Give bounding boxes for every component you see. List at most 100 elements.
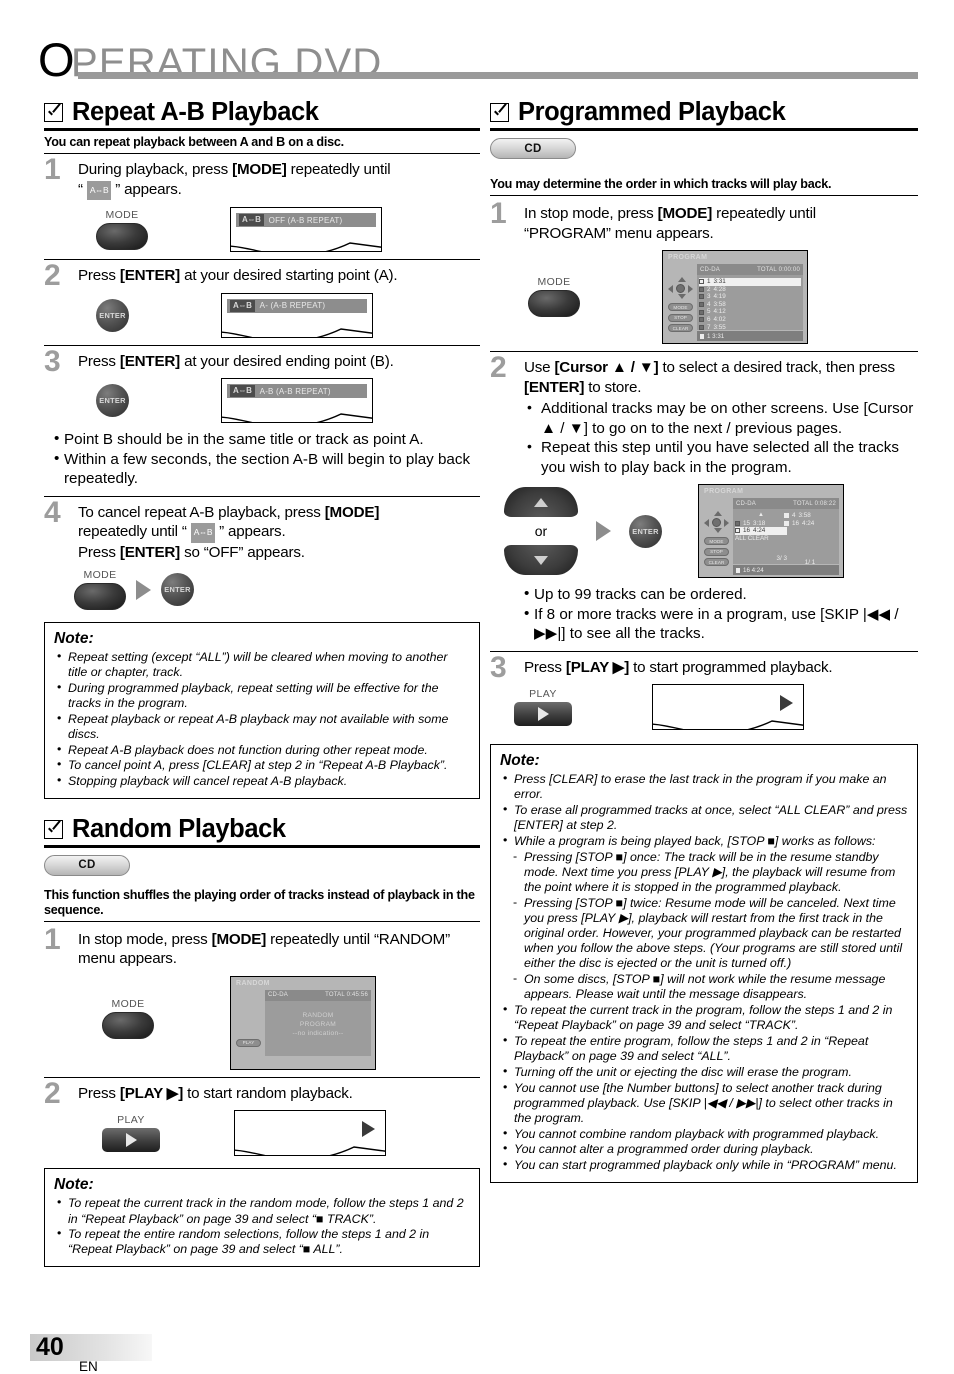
step-text-b: to start random playback. xyxy=(183,1084,353,1102)
play-button-graphic[interactable]: PLAY xyxy=(514,688,572,726)
cursor-pad-icon[interactable] xyxy=(668,277,693,299)
step-text: Press [ENTER] at your desired starting p… xyxy=(78,266,480,286)
enter-button-graphic[interactable]: ENTER xyxy=(629,514,662,548)
bullet-item: If 8 or more tracks were in a program, u… xyxy=(524,604,918,644)
step-key: [ENTER] xyxy=(119,267,181,284)
cursor-center-icon xyxy=(676,284,685,293)
osd-screen-3: A⇔B A-B (A-B REPEAT) xyxy=(221,378,373,423)
screen-inner: CD-DA TOTAL 0:45:56 RANDOM PROGRAM --no … xyxy=(265,989,371,1056)
step-1-random: 1 In stop mode, press [MODE] repeatedly … xyxy=(44,924,480,969)
step-number: 2 xyxy=(44,1076,61,1110)
step-divider xyxy=(44,259,480,260)
track-row[interactable]: 15 3:18 xyxy=(735,520,787,528)
note-item: Repeat playback or repeat A-B playback m… xyxy=(57,711,470,742)
step-2-graphics: ENTER A⇔B A- (A-B REPEAT) xyxy=(96,292,480,338)
note-title: Note: xyxy=(54,1176,94,1194)
mode-button-shape[interactable] xyxy=(102,1011,154,1039)
tv-screen-program-2: PROGRAM CD-DA TOTAL 0:08:22 ▲ 15 3:18 16 4… xyxy=(698,484,844,578)
step-3-programmed: 3 Press [PLAY ▶] to start programmed pla… xyxy=(490,652,918,682)
track-number: 1 xyxy=(707,278,711,285)
track-row[interactable]: 6 4:02 xyxy=(699,316,801,324)
track-row[interactable]: 4 3:58 xyxy=(699,301,801,309)
play-button-shape[interactable] xyxy=(514,702,572,726)
mode-button-graphic[interactable]: MODE xyxy=(74,569,126,610)
play-triangle-icon xyxy=(125,1133,137,1148)
step-text-a: In stop mode, press xyxy=(524,205,658,222)
cursor-down-icon xyxy=(714,528,722,533)
track-row[interactable]: 5 4:12 xyxy=(699,308,801,316)
step-text-b: at your desired ending point (B). xyxy=(180,352,394,370)
track-row[interactable]: 3 4:19 xyxy=(699,293,801,301)
osd-status-text: A- (A-B REPEAT) xyxy=(259,301,326,310)
arrow-right-icon xyxy=(596,521,611,541)
page-header: O PERATING DVD xyxy=(38,34,918,94)
no-indication-label: --no indication-- xyxy=(292,1029,344,1037)
step-number: 3 xyxy=(490,650,507,684)
track-checkbox-icon xyxy=(699,302,704,308)
play-button-label: PLAY xyxy=(117,1114,145,1127)
step-key: [PLAY ▶] xyxy=(119,1084,184,1102)
program-track-number: 16 xyxy=(792,520,800,527)
cursor-up-button[interactable] xyxy=(504,487,578,517)
osd-bar: A⇔B A- (A-B REPEAT) xyxy=(227,298,367,313)
track-time: 4:28 xyxy=(713,285,726,293)
enter-button-graphic[interactable]: ENTER xyxy=(96,298,129,332)
stop-key-icon: STOP xyxy=(704,547,729,556)
or-label: or xyxy=(534,523,548,539)
step-number: 1 xyxy=(490,197,507,230)
mode-button-shape[interactable] xyxy=(96,223,148,250)
tear-squiggle xyxy=(222,413,372,422)
step-2-sub-bullets: Additional tracks may be on other screen… xyxy=(524,398,918,477)
track-checkbox-icon xyxy=(699,309,704,315)
track-row[interactable]: 16 4:24 xyxy=(735,527,787,535)
track-checkbox-icon xyxy=(699,294,704,300)
step-2-random: 2 Press [PLAY ▶] to start random playbac… xyxy=(44,1078,480,1108)
note-item: Repeat A-B playback does not function du… xyxy=(57,742,470,758)
track-number: 4 xyxy=(707,300,711,308)
note-title: Note: xyxy=(500,752,540,769)
step-text: In stop mode, press [MODE] repeatedly un… xyxy=(524,204,918,243)
mode-button-graphic[interactable]: MODE xyxy=(96,209,148,250)
note-item: To cancel point A, press [CLEAR] at step… xyxy=(57,757,470,773)
step-text: Press [ENTER] at your desired ending poi… xyxy=(78,352,480,372)
note-box-random: Note: To repeat the current track in the… xyxy=(44,1168,480,1268)
mode-button-graphic[interactable]: MODE xyxy=(528,276,580,317)
track-row[interactable]: 1 3:31 xyxy=(699,278,801,286)
cursor-down-button[interactable] xyxy=(504,545,578,575)
step-quote-open: “ xyxy=(78,180,83,198)
step-text-b: at your desired starting point (A). xyxy=(180,267,398,284)
enter-button-graphic[interactable]: ENTER xyxy=(161,573,194,606)
all-clear-row[interactable]: ALL CLEAR xyxy=(735,535,787,543)
track-checkbox-icon xyxy=(699,324,704,330)
enter-button-graphic[interactable]: ENTER xyxy=(96,384,129,417)
mode-button-shape[interactable] xyxy=(74,583,126,610)
stop-key-icon: STOP xyxy=(668,313,693,322)
step-text: In stop mode, press [MODE] repeatedly un… xyxy=(78,930,480,969)
track-time: 4:12 xyxy=(713,308,726,316)
osd-status-text: A-B (A-B REPEAT) xyxy=(259,386,331,396)
step-text-a: Press xyxy=(78,1084,120,1102)
step-number: 1 xyxy=(44,922,61,956)
note-item: Stopping playback will cancel repeat A-B… xyxy=(57,773,470,789)
track-row[interactable]: 2 4:28 xyxy=(699,286,801,294)
screen-side-keys: MODE STOP CLEAR xyxy=(703,511,730,569)
play-button-shape[interactable] xyxy=(102,1128,160,1153)
footer-track-value: 16 4:24 xyxy=(743,566,764,574)
track-time: 3:31 xyxy=(713,278,726,285)
step-1-repeat-ab: 1 During playback, press [MODE] repeated… xyxy=(44,155,480,200)
play-button-graphic[interactable]: PLAY xyxy=(102,1114,160,1153)
note-sub-item: On some discs, [STOP ■] will not work wh… xyxy=(513,971,908,1002)
mode-button-shape[interactable] xyxy=(528,290,580,317)
track-time: 3:18 xyxy=(753,519,766,527)
mode-button-graphic[interactable]: MODE xyxy=(102,998,154,1039)
play-triangle-icon xyxy=(537,707,549,721)
random-program-label: RANDOM PROGRAM xyxy=(299,1011,337,1028)
cursor-center-icon xyxy=(712,518,721,527)
cursor-pad-icon[interactable] xyxy=(704,511,729,533)
cursor-buttons-graphic[interactable]: or xyxy=(504,487,578,575)
mode-key-icon: MODE xyxy=(668,303,693,311)
step-text-b: to select a desired track, then press xyxy=(658,359,896,376)
screen-center-message: RANDOM PROGRAM --no indication-- xyxy=(292,1011,345,1038)
screen-side-keys: PLAY xyxy=(235,1038,262,1050)
mode-button-label: MODE xyxy=(83,569,117,581)
